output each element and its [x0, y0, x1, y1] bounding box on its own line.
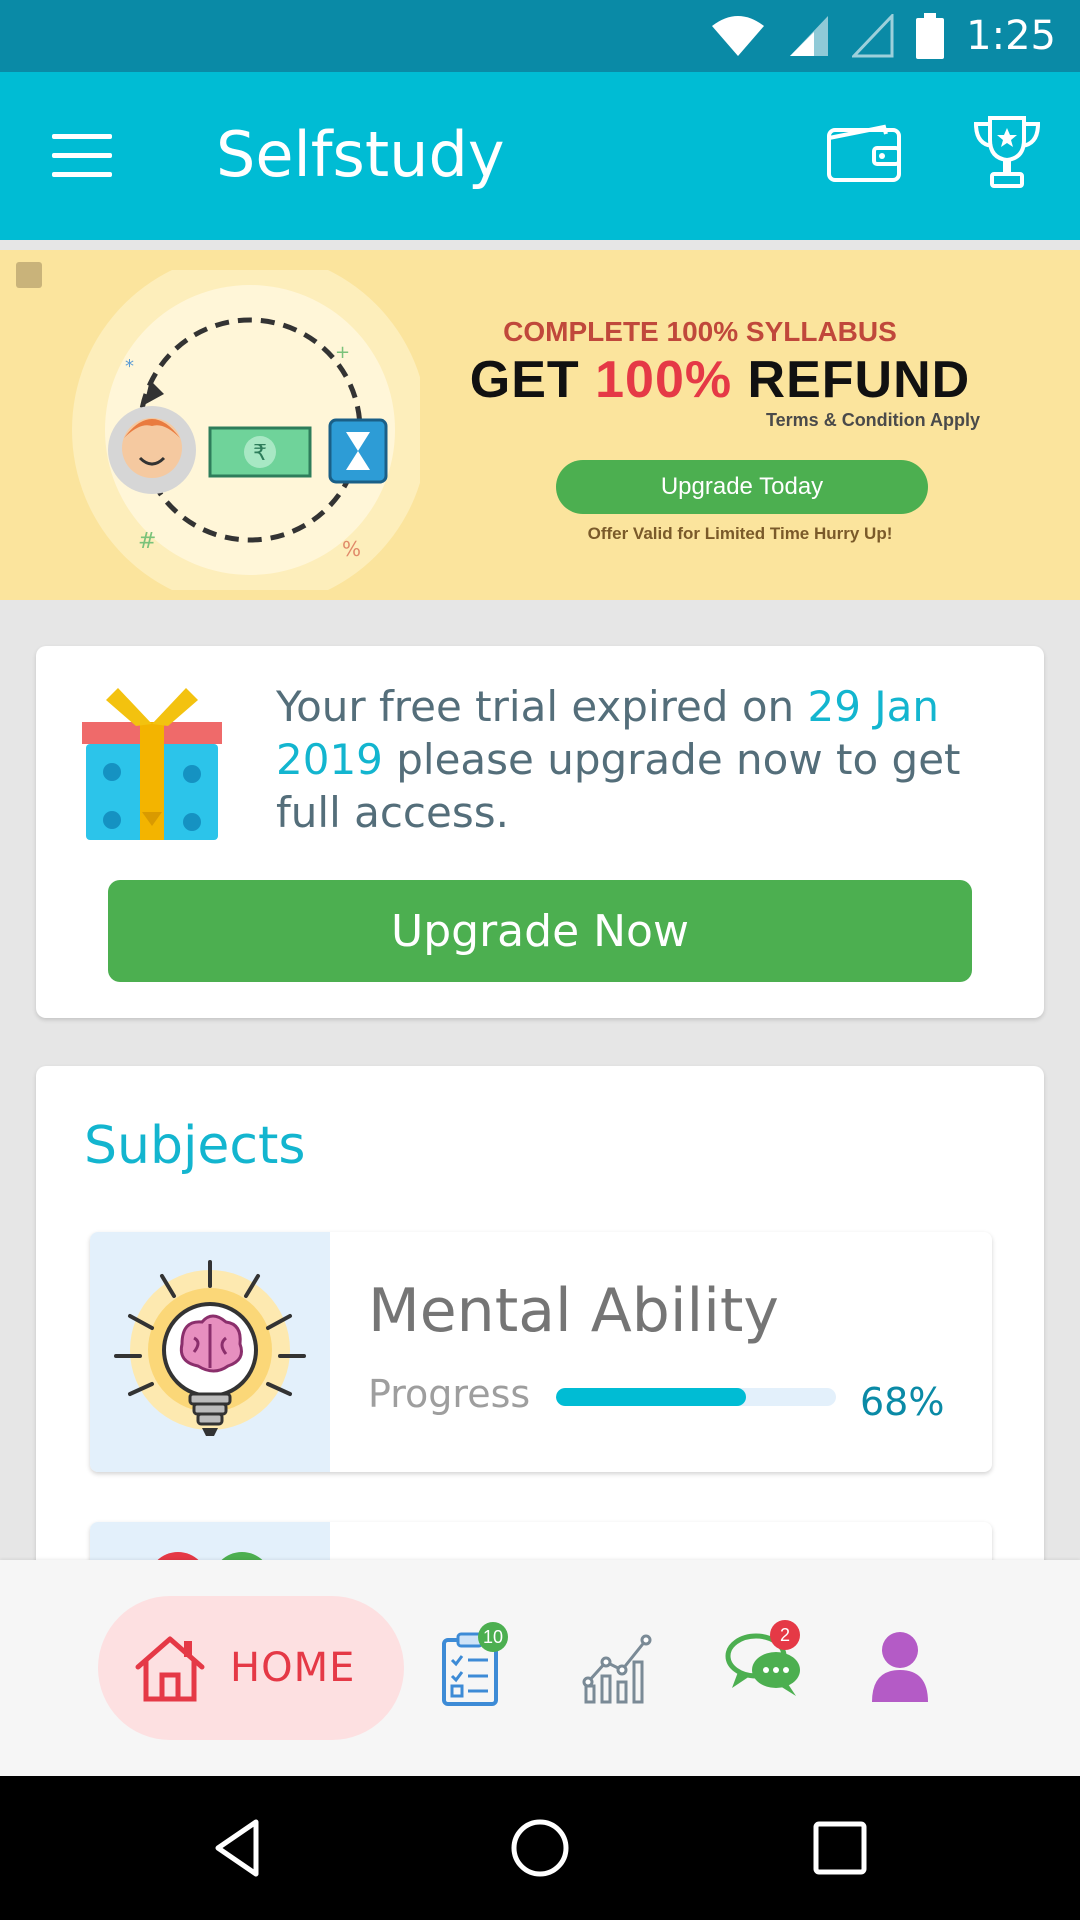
status-time: 1:25	[966, 13, 1056, 59]
promo-headline-refund: GET 100% REFUND	[440, 350, 1000, 410]
cell-signal-icon	[790, 16, 829, 56]
trial-message-before: Your free trial expired on	[276, 682, 808, 731]
progress-bar-fill	[556, 1388, 747, 1406]
profile-icon	[872, 1632, 928, 1702]
promo-get-text: GET	[469, 351, 596, 409]
svg-text:%: %	[342, 537, 361, 561]
bottom-nav: HOME 10 2	[0, 1560, 1080, 1776]
battery-icon	[916, 13, 945, 59]
promo-accent-text: 100%	[595, 351, 733, 409]
app-title: Selfstudy	[216, 118, 505, 191]
promo-headline-syllabus: COMPLETE 100% SYLLABUS	[503, 316, 897, 347]
rupee-symbol: ₹	[253, 441, 267, 466]
stats-chart-icon	[582, 1634, 652, 1704]
cell-signal-empty-icon	[852, 14, 894, 58]
tests-badge: 10	[478, 1622, 509, 1652]
subject-item-mental-ability[interactable]: Mental Ability Progress 68%	[90, 1232, 992, 1472]
promo-offer-note: Offer Valid for Limited Time Hurry Up!	[587, 524, 893, 543]
trophy-icon[interactable]	[972, 114, 1042, 190]
nav-chat[interactable]: 2	[724, 1620, 804, 1708]
progress-value: 68%	[860, 1380, 945, 1424]
status-bar: 1:25	[0, 0, 1080, 72]
refund-cycle-illustration: ₹ * + # %	[72, 270, 420, 590]
svg-text:+: +	[335, 342, 350, 363]
subject-name: Mental Ability	[368, 1276, 779, 1346]
menu-icon[interactable]	[52, 134, 112, 178]
promo-upgrade-today-button[interactable]: Upgrade Today	[556, 460, 928, 514]
svg-text:#: #	[138, 529, 156, 554]
home-icon	[135, 1636, 205, 1702]
app-bar: Selfstudy	[0, 72, 1080, 240]
nav-stats[interactable]	[580, 1628, 660, 1708]
wifi-icon	[712, 16, 765, 56]
hourglass-badge-icon	[16, 262, 42, 288]
back-icon[interactable]	[208, 1816, 272, 1880]
app-screen: 1:25 Selfstudy ₹ * + # % COMPLETE 100% S…	[0, 0, 1080, 1920]
home-circle-icon[interactable]	[508, 1816, 572, 1880]
nav-profile[interactable]	[868, 1628, 948, 1708]
nav-tests[interactable]: 10	[438, 1622, 518, 1708]
progress-label: Progress	[368, 1372, 531, 1416]
chat-badge: 2	[770, 1620, 800, 1650]
trial-message: Your free trial expired on 29 Jan 2019 p…	[276, 680, 996, 839]
promo-refund-text: REFUND	[732, 351, 971, 409]
subject-thumbnail	[90, 1232, 330, 1472]
promo-terms: Terms & Condition Apply	[766, 410, 980, 430]
brain-bulb-icon	[114, 1260, 306, 1436]
trial-expired-card: Your free trial expired on 29 Jan 2019 p…	[36, 646, 1044, 1018]
recents-icon[interactable]	[808, 1816, 872, 1880]
subjects-title: Subjects	[84, 1116, 306, 1176]
gift-icon	[82, 688, 222, 840]
upgrade-now-button[interactable]: Upgrade Now	[108, 880, 972, 982]
system-nav-bar	[0, 1776, 1080, 1920]
progress-bar	[556, 1388, 836, 1406]
promo-banner[interactable]: ₹ * + # % COMPLETE 100% SYLLABUS GET 100…	[0, 250, 1080, 600]
nav-home-label: HOME	[230, 1645, 356, 1691]
nav-home[interactable]: HOME	[98, 1596, 404, 1740]
svg-text:*: *	[125, 356, 134, 377]
wallet-icon[interactable]	[826, 124, 902, 184]
